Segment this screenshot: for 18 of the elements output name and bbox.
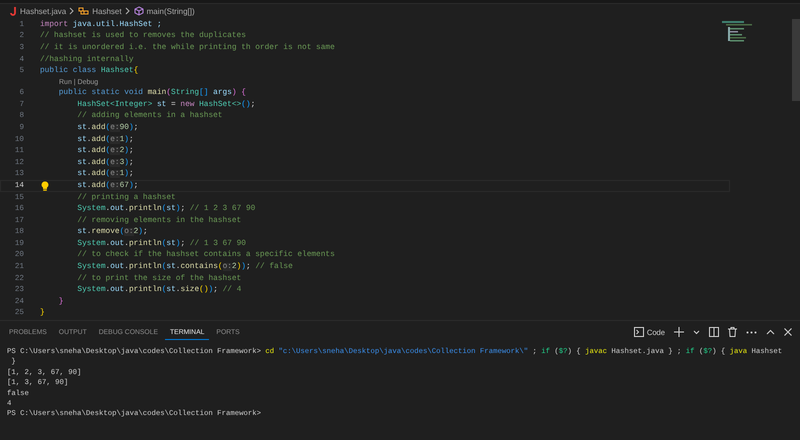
trash-icon[interactable]: [728, 327, 737, 337]
split-icon[interactable]: [709, 327, 719, 337]
chevron-down-icon[interactable]: [693, 330, 700, 334]
chevron-icon: [69, 7, 76, 15]
breadcrumb-item[interactable]: main(String[]): [134, 6, 195, 16]
scrollbar[interactable]: [792, 19, 800, 101]
lightbulb-icon[interactable]: [41, 180, 49, 191]
ellipsis-icon[interactable]: [746, 330, 757, 334]
class-icon: [78, 6, 90, 16]
chevron-icon: [124, 7, 131, 15]
cube-icon: [134, 6, 144, 16]
plus-icon[interactable]: [674, 327, 684, 337]
breadcrumb-item[interactable]: Hashset.java: [10, 6, 66, 16]
terminal-icon: [634, 327, 644, 337]
chevron-up-icon[interactable]: [766, 329, 775, 335]
breadcrumb-item[interactable]: Hashset: [78, 6, 122, 16]
close-icon[interactable]: [784, 328, 792, 336]
java-file-icon: [10, 6, 17, 16]
